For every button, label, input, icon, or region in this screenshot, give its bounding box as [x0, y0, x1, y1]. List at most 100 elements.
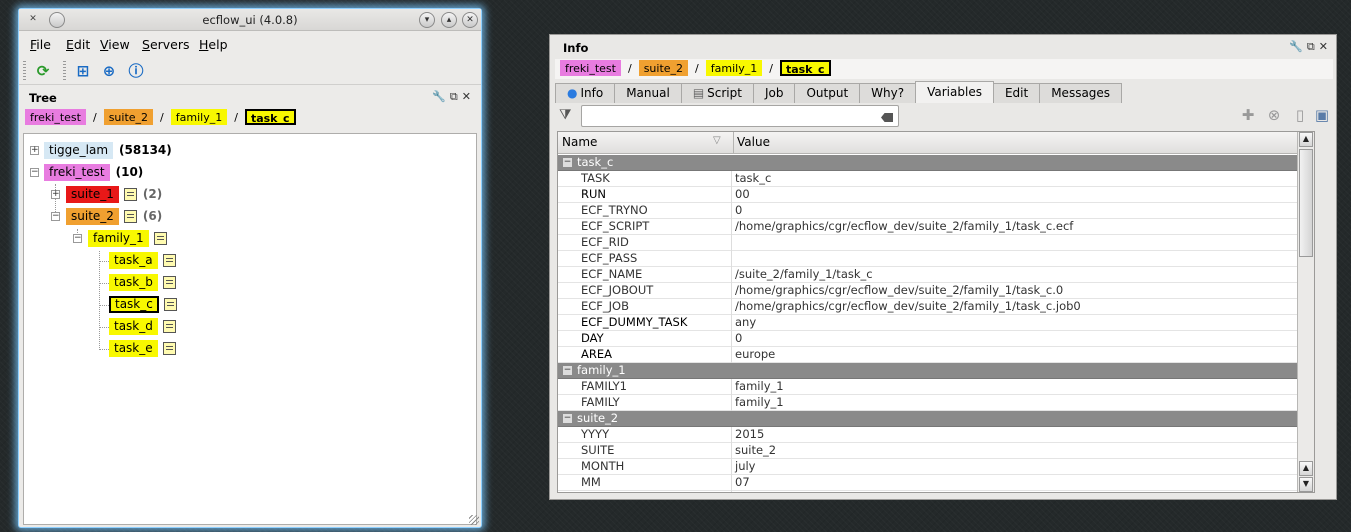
variable-row[interactable]: FAMILY1 family_1	[558, 379, 1314, 395]
tree-node-tigge-lam[interactable]: tigge_lam (58134)	[44, 141, 172, 159]
tree-node-freki-test[interactable]: freki_test (10)	[44, 163, 143, 181]
tree-node-task-e[interactable]: task_e	[109, 339, 176, 357]
scroll-thumb[interactable]	[1299, 149, 1313, 257]
node-label[interactable]: family_1	[88, 229, 149, 247]
filter-icon[interactable]: ⧩	[559, 107, 572, 123]
variable-row[interactable]: TASK task_c	[558, 171, 1314, 187]
breadcrumb-task-c[interactable]: task_c	[244, 109, 296, 125]
sort-icon[interactable]: ▽	[713, 135, 721, 146]
breadcrumb-family-1[interactable]: family_1	[705, 60, 763, 76]
menu-file[interactable]: File	[30, 37, 51, 52]
variable-row[interactable]: ECF_SCRIPT/home/graphics/cgr/ecflow_dev/…	[558, 219, 1314, 235]
toolbar-grip[interactable]	[23, 61, 26, 81]
variable-row[interactable]: FAMILY family_1	[558, 395, 1314, 411]
tree-node-suite-2[interactable]: suite_2 (6)	[66, 207, 162, 225]
breadcrumb-task-c[interactable]: task_c	[779, 60, 831, 76]
tab-variables[interactable]: Variables	[915, 81, 994, 103]
tab-output[interactable]: Output	[794, 83, 861, 103]
variable-row[interactable]: ECF_NAME/suite_2/family_1/task_c	[558, 267, 1314, 283]
tree-node-suite-1[interactable]: suite_1 (2)	[66, 185, 162, 203]
variable-row[interactable]: MONTH july	[558, 459, 1314, 475]
resize-grip[interactable]	[469, 515, 479, 525]
maximize-button[interactable]: ▴	[441, 12, 457, 28]
scroll-up-button[interactable]: ▲	[1299, 132, 1313, 147]
variable-row[interactable]: DAY 0	[558, 331, 1314, 347]
variable-row[interactable]: ECF_DUMMY_TASK any	[558, 315, 1314, 331]
column-header-name[interactable]: Name	[562, 135, 597, 149]
variable-group-row[interactable]: − task_c	[558, 155, 1314, 171]
node-label[interactable]: task_b	[109, 273, 158, 291]
save-icon[interactable]: ▣	[1313, 106, 1331, 124]
add-variable-icon[interactable]: ✚	[1239, 106, 1257, 124]
collapse-toggle-icon[interactable]: −	[563, 366, 572, 375]
node-label[interactable]: freki_test	[44, 163, 110, 181]
variable-row[interactable]: MM 07	[558, 475, 1314, 491]
variable-group-row[interactable]: − family_1	[558, 363, 1314, 379]
node-label[interactable]: suite_2	[66, 207, 119, 225]
menu-servers[interactable]: Servers	[142, 37, 190, 52]
tab-manual[interactable]: Manual	[614, 83, 682, 103]
filter-input[interactable]	[581, 105, 899, 127]
minimize-button[interactable]: ▾	[419, 12, 435, 28]
menu-edit[interactable]: Edit	[66, 37, 90, 52]
variables-table[interactable]: Name ▽ Value − task_c TASK task_c RUN 00 ECF_T…	[557, 131, 1315, 493]
vertical-scrollbar[interactable]: ▲ ▲ ▼	[1297, 132, 1314, 492]
variable-row[interactable]: ECF_PASS	[558, 251, 1314, 267]
variable-row[interactable]: ECF_TIME 20:34	[558, 491, 1314, 492]
tab-why[interactable]: Why?	[859, 83, 917, 103]
add-node-icon[interactable]: ⊕	[100, 62, 118, 80]
breadcrumb-suite-2[interactable]: suite_2	[103, 109, 154, 125]
variable-row[interactable]: ECF_JOB/home/graphics/cgr/ecflow_dev/sui…	[558, 299, 1314, 315]
column-header-value[interactable]: Value	[737, 135, 770, 149]
menu-help[interactable]: Help	[199, 37, 228, 52]
variable-row[interactable]: AREA europe	[558, 347, 1314, 363]
menu-view[interactable]: View	[100, 37, 130, 52]
node-label[interactable]: task_a	[109, 251, 158, 269]
scroll-up-button[interactable]: ▲	[1299, 461, 1313, 476]
breadcrumb-freki-test[interactable]: freki_test	[560, 60, 621, 76]
node-label[interactable]: task_d	[109, 317, 158, 335]
variable-row[interactable]: ECF_RID	[558, 235, 1314, 251]
tree-node-task-b[interactable]: task_b	[109, 273, 176, 291]
variable-group-row[interactable]: − suite_2	[558, 411, 1314, 427]
scroll-down-button[interactable]: ▼	[1299, 477, 1313, 492]
collapse-toggle-icon[interactable]: −	[73, 234, 82, 243]
expand-toggle-icon[interactable]: +	[30, 146, 39, 155]
node-label[interactable]: suite_1	[66, 185, 119, 203]
tab-info[interactable]: ● Info	[555, 83, 616, 103]
collapse-toggle-icon[interactable]: −	[30, 168, 39, 177]
collapse-toggle-icon[interactable]: −	[563, 414, 572, 423]
node-label[interactable]: task_e	[109, 339, 158, 357]
collapse-toggle-icon[interactable]: −	[563, 158, 572, 167]
node-label[interactable]: tigge_lam	[44, 141, 114, 159]
tab-edit[interactable]: Edit	[992, 83, 1041, 103]
refresh-icon[interactable]: ⟳	[34, 62, 52, 80]
breadcrumb-freki-test[interactable]: freki_test	[25, 109, 86, 125]
variable-row[interactable]: SUITE suite_2	[558, 443, 1314, 459]
edit-variable-icon[interactable]: ▯	[1291, 106, 1309, 124]
variable-row[interactable]: YYYY 2015	[558, 427, 1314, 443]
tab-job[interactable]: Job	[752, 83, 796, 103]
tree-node-task-a[interactable]: task_a	[109, 251, 176, 269]
collapse-toggle-icon[interactable]: −	[51, 212, 60, 221]
tree-node-task-c[interactable]: task_c	[109, 295, 177, 313]
close-button[interactable]: ✕	[462, 12, 478, 28]
breadcrumb-suite-2[interactable]: suite_2	[638, 60, 689, 76]
expand-toggle-icon[interactable]: +	[51, 190, 60, 199]
dock-controls-icon[interactable]: 🔧⧉✕	[432, 90, 475, 104]
breadcrumb-family-1[interactable]: family_1	[170, 109, 228, 125]
tree-view[interactable]: + tigge_lam (58134) − freki_test (10) + …	[23, 133, 477, 525]
tab-script[interactable]: ▤ Script	[680, 83, 754, 103]
info-icon[interactable]: ⓘ	[127, 62, 145, 80]
dock-controls-icon[interactable]: 🔧⧉✕	[1289, 40, 1332, 54]
tab-messages[interactable]: Messages	[1039, 83, 1123, 103]
tree-node-task-d[interactable]: task_d	[109, 317, 176, 335]
variable-row[interactable]: ECF_JOBOUT/home/graphics/cgr/ecflow_dev/…	[558, 283, 1314, 299]
tree-node-family-1[interactable]: family_1	[88, 229, 167, 247]
toolbar-grip[interactable]	[63, 61, 66, 81]
delete-variable-icon[interactable]: ⊗	[1265, 106, 1283, 124]
add-server-icon[interactable]: ⊞	[74, 62, 92, 80]
variable-row[interactable]: ECF_TRYNO 0	[558, 203, 1314, 219]
node-label[interactable]: task_c	[109, 295, 159, 313]
variable-row[interactable]: RUN 00	[558, 187, 1314, 203]
